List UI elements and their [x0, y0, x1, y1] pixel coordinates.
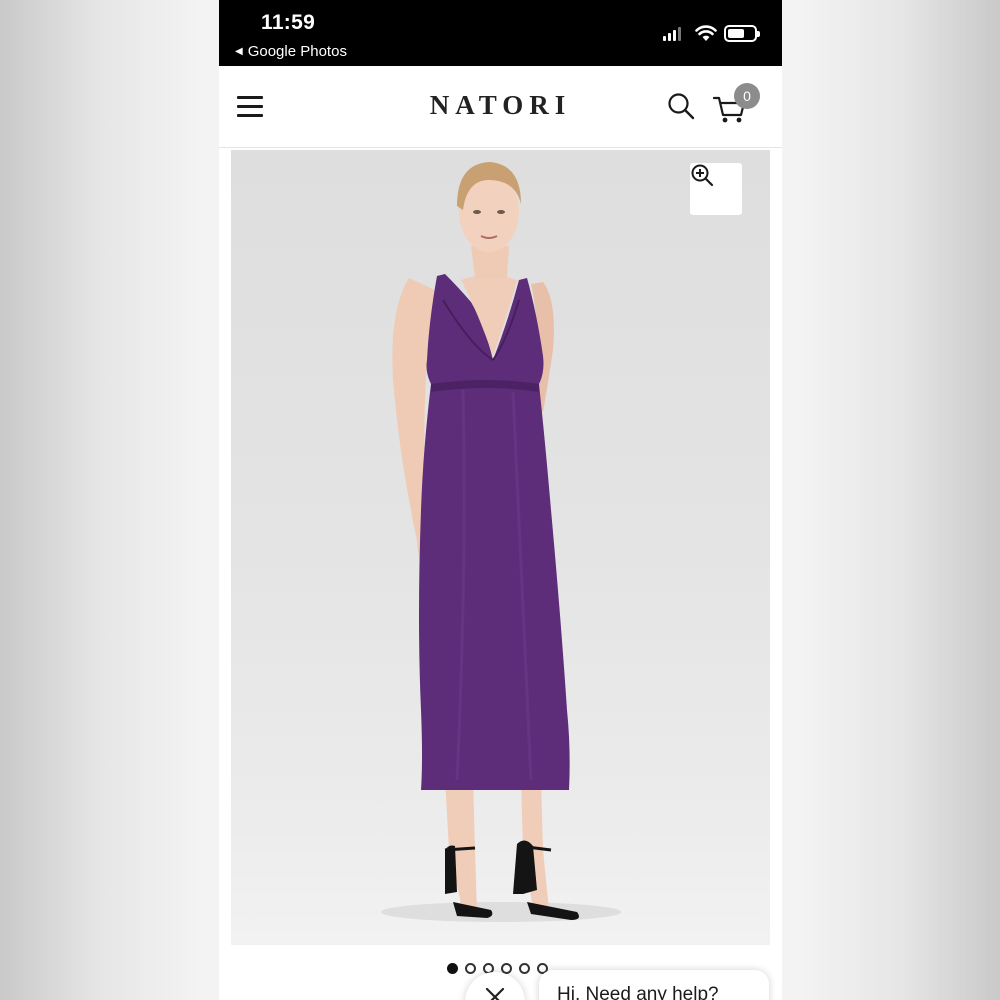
back-arrow-icon: ◀ [235, 46, 243, 57]
phone-screen: 11:59 ◀ Google Photos NATORI 0 Hi. Need … [219, 0, 782, 1000]
carousel-dot[interactable] [465, 963, 476, 974]
back-to-app-link[interactable]: ◀ Google Photos [235, 43, 347, 60]
zoom-in-icon [691, 164, 714, 187]
chat-close-button[interactable] [465, 972, 525, 1000]
back-app-label: Google Photos [247, 43, 347, 60]
search-icon[interactable] [666, 91, 696, 121]
wifi-icon [695, 25, 717, 41]
carousel-dot[interactable] [447, 963, 458, 974]
status-time: 11:59 [261, 11, 316, 34]
close-icon [485, 987, 505, 1000]
site-header: NATORI 0 [219, 66, 782, 148]
chat-prompt-text: Hi. Need any help? [557, 984, 719, 1000]
status-bar: 11:59 ◀ Google Photos [219, 0, 782, 66]
chat-help-bubble[interactable]: Hi. Need any help? [539, 970, 769, 1000]
cellular-signal-icon [663, 27, 681, 41]
brand-logo[interactable]: NATORI [219, 90, 782, 121]
zoom-button[interactable] [690, 163, 742, 215]
model-photo [381, 162, 621, 922]
carousel-dot[interactable] [519, 963, 530, 974]
cart-count-badge[interactable]: 0 [734, 83, 760, 109]
product-image[interactable] [231, 150, 770, 945]
battery-icon [724, 25, 760, 42]
